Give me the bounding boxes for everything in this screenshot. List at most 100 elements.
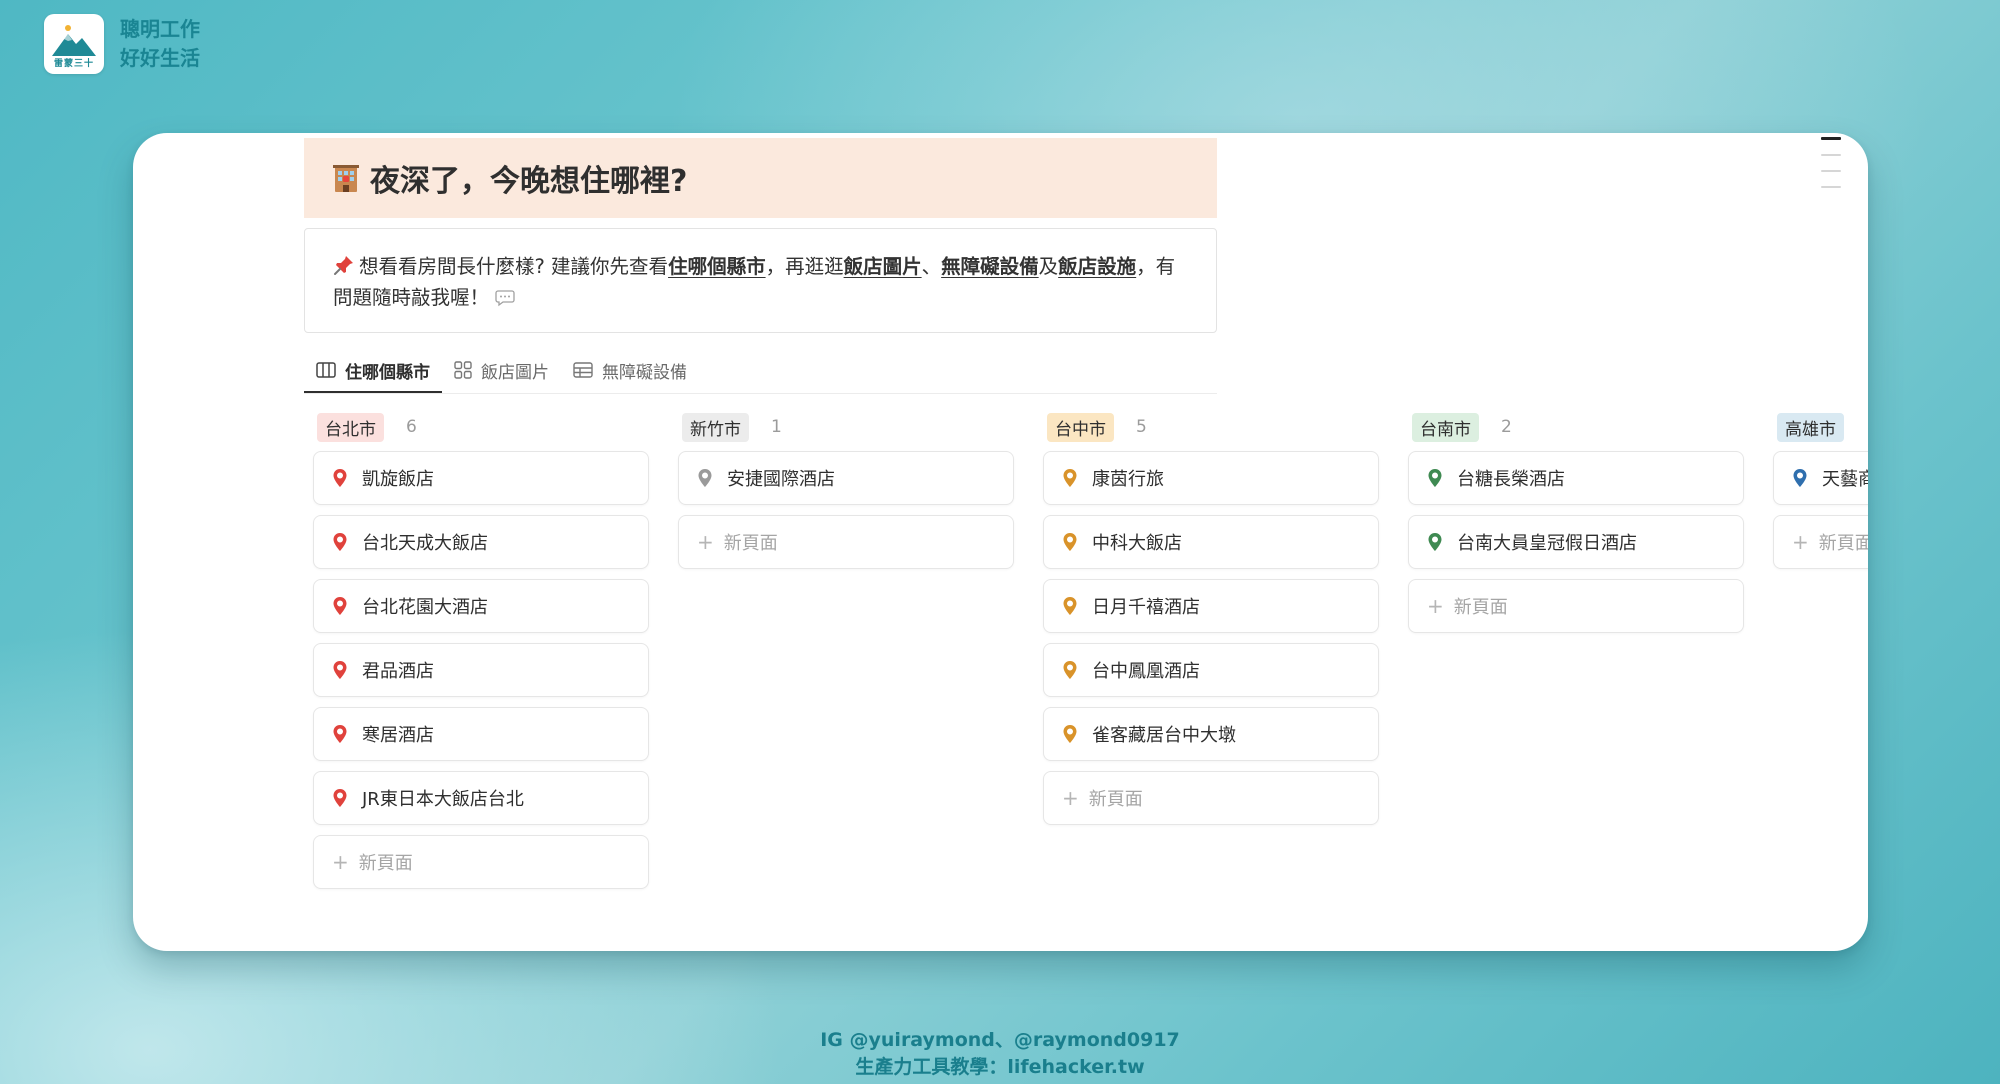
- new-page-button[interactable]: + 新頁面: [678, 515, 1014, 569]
- hotel-card[interactable]: 天藝商: [1773, 451, 1868, 505]
- page-header: 夜深了，今晚想住哪裡?: [304, 138, 1217, 218]
- hotel-card[interactable]: 雀客藏居台中大墩: [1043, 707, 1379, 761]
- location-pin-icon: [1063, 533, 1077, 551]
- new-page-button[interactable]: + 新頁面: [1043, 771, 1379, 825]
- location-pin-icon: [1063, 661, 1077, 679]
- new-page-label: 新頁面: [1088, 789, 1143, 810]
- board-column-tainan: 台南市 2 台糖長榮酒店 台南大員皇冠假日酒店 + 新頁面: [1408, 412, 1744, 643]
- board-column-taipei: 台北市 6 凱旋飯店 台北天成大飯店 台北花園大酒店 君品酒店 寒居酒店 JR東…: [313, 412, 649, 899]
- callout-text-4: 及: [1038, 255, 1059, 278]
- tab-label: 住哪個縣市: [345, 362, 430, 383]
- callout-text-2: ，再逛逛: [765, 255, 844, 278]
- new-page-button[interactable]: + 新頁面: [313, 835, 649, 889]
- hotel-name: 台糖長榮酒店: [1457, 469, 1565, 490]
- callout-block: 想看看房間長什麼樣? 建議你先查看住哪個縣市，再逛逛飯店圖片、無障礙設備及飯店設…: [304, 228, 1217, 333]
- hotel-card[interactable]: 安捷國際酒店: [678, 451, 1014, 505]
- column-header[interactable]: 台中市 5: [1047, 412, 1379, 442]
- gallery-icon: [454, 361, 472, 379]
- brand-line-1: 聰明工作: [120, 17, 200, 41]
- hotel-name: 康茵行旅: [1092, 469, 1164, 490]
- tab-label: 飯店圖片: [481, 362, 549, 383]
- brand-line-2: 好好生活: [120, 46, 200, 70]
- hotel-card[interactable]: 台中鳳凰酒店: [1043, 643, 1379, 697]
- notion-page-card: 夜深了，今晚想住哪裡? 想看看房間長什麼樣? 建議你先查看住哪個縣市，再逛逛飯店…: [133, 133, 1868, 951]
- footer-credits: IG @yuiraymond、@raymond0917 生產力工具教學：life…: [0, 1027, 2000, 1081]
- location-pin-icon: [1063, 725, 1077, 743]
- location-pin-icon: [1428, 469, 1442, 487]
- hotel-card[interactable]: 康茵行旅: [1043, 451, 1379, 505]
- hotel-card[interactable]: 台糖長榮酒店: [1408, 451, 1744, 505]
- link-county[interactable]: 住哪個縣市: [668, 255, 766, 278]
- footer-ig: IG @yuiraymond、@raymond0917: [820, 1029, 1180, 1051]
- hotel-card[interactable]: 台北花園大酒店: [313, 579, 649, 633]
- column-header[interactable]: 高雄市: [1777, 412, 1868, 442]
- location-pin-icon: [698, 469, 712, 487]
- new-page-label: 新頁面: [1818, 533, 1868, 554]
- tab-board-view[interactable]: 住哪個縣市: [304, 349, 442, 393]
- tab-gallery-view[interactable]: 飯店圖片: [442, 349, 561, 391]
- hotel-name: JR東日本大飯店台北: [362, 789, 524, 810]
- column-tag: 高雄市: [1777, 412, 1844, 442]
- column-tag: 台北市: [317, 412, 384, 442]
- hotel-name: 台南大員皇冠假日酒店: [1457, 533, 1637, 554]
- column-count: 5: [1136, 417, 1147, 437]
- link-accessibility[interactable]: 無障礙設備: [941, 255, 1039, 278]
- new-page-label: 新頁面: [358, 853, 413, 874]
- view-tabs: 住哪個縣市 飯店圖片 無障礙設備: [304, 349, 1217, 394]
- hotel-name: 凱旋飯店: [362, 469, 434, 490]
- plus-icon: +: [1427, 594, 1444, 618]
- hotel-card[interactable]: 日月千禧酒店: [1043, 579, 1379, 633]
- hotel-name: 寒居酒店: [362, 725, 434, 746]
- hotel-icon: [333, 165, 359, 192]
- board-column-hsinchu: 新竹市 1 安捷國際酒店 + 新頁面: [678, 412, 1014, 579]
- plus-icon: +: [1792, 530, 1809, 554]
- location-pin-icon: [333, 469, 347, 487]
- table-icon: [573, 362, 593, 378]
- new-page-label: 新頁面: [1453, 597, 1508, 618]
- plus-icon: +: [332, 850, 349, 874]
- column-tag: 新竹市: [682, 412, 749, 442]
- callout-text-3: 、: [921, 255, 942, 278]
- speech-bubble-icon: [495, 290, 515, 307]
- location-pin-icon: [333, 725, 347, 743]
- location-pin-icon: [333, 789, 347, 807]
- callout-text-1: 想看看房間長什麼樣? 建議你先查看: [359, 255, 669, 278]
- column-tag: 台南市: [1412, 412, 1479, 442]
- hotel-card[interactable]: 君品酒店: [313, 643, 649, 697]
- board-icon: [316, 362, 336, 378]
- footer-site: 生產力工具教學：lifehacker.tw: [855, 1056, 1145, 1078]
- location-pin-icon: [1063, 597, 1077, 615]
- hotel-name: 台北天成大飯店: [362, 533, 488, 554]
- page-outline-marks[interactable]: [1821, 137, 1841, 202]
- hotel-card[interactable]: 寒居酒店: [313, 707, 649, 761]
- column-count: 1: [771, 417, 782, 437]
- column-header[interactable]: 台南市 2: [1412, 412, 1744, 442]
- new-page-button[interactable]: + 新頁面: [1773, 515, 1868, 569]
- column-header[interactable]: 新竹市 1: [682, 412, 1014, 442]
- new-page-label: 新頁面: [723, 533, 778, 554]
- page-title: 夜深了，今晚想住哪裡?: [370, 164, 688, 199]
- hotel-name: 雀客藏居台中大墩: [1092, 725, 1236, 746]
- location-pin-icon: [333, 597, 347, 615]
- hotel-card[interactable]: JR東日本大飯店台北: [313, 771, 649, 825]
- hotel-name: 台中鳳凰酒店: [1092, 661, 1200, 682]
- brand: 雷蒙三十 聰明工作 好好生活: [44, 14, 200, 74]
- brand-logo-text: 雷蒙三十: [53, 59, 94, 69]
- hotel-card[interactable]: 凱旋飯店: [313, 451, 649, 505]
- column-header[interactable]: 台北市 6: [317, 412, 649, 442]
- plus-icon: +: [697, 530, 714, 554]
- tab-table-view[interactable]: 無障礙設備: [561, 349, 699, 391]
- link-hotel-photos[interactable]: 飯店圖片: [844, 255, 922, 278]
- hotel-card[interactable]: 中科大飯店: [1043, 515, 1379, 569]
- board-column-kaohsiung: 高雄市 天藝商 + 新頁面: [1773, 412, 1868, 579]
- new-page-button[interactable]: + 新頁面: [1408, 579, 1744, 633]
- hotel-card[interactable]: 台北天成大飯店: [313, 515, 649, 569]
- hotel-name: 日月千禧酒店: [1092, 597, 1200, 618]
- hotel-name: 安捷國際酒店: [727, 469, 835, 490]
- column-count: 2: [1501, 417, 1512, 437]
- link-facilities[interactable]: 飯店設施: [1058, 255, 1136, 278]
- hotel-card[interactable]: 台南大員皇冠假日酒店: [1408, 515, 1744, 569]
- hotel-name: 君品酒店: [362, 661, 434, 682]
- brand-slogan: 聰明工作 好好生活: [120, 15, 200, 73]
- location-pin-icon: [1428, 533, 1442, 551]
